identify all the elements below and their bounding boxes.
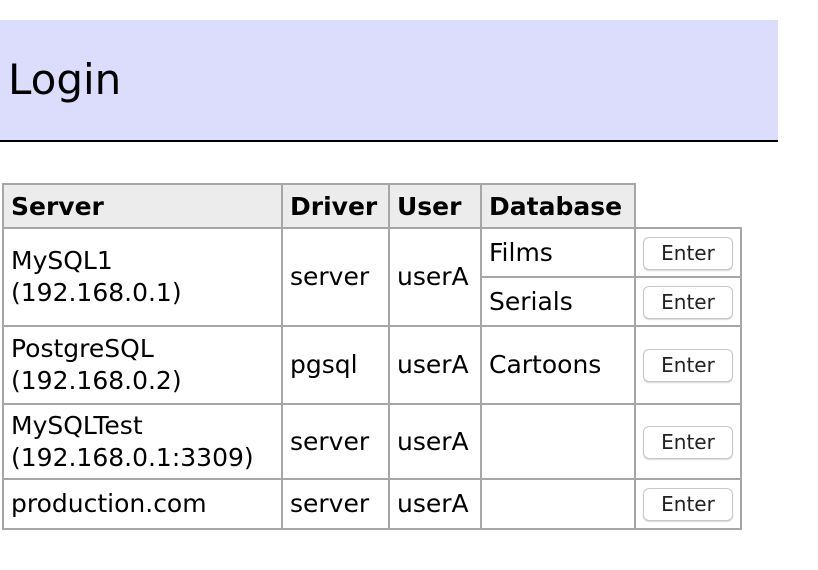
action-cell: Enter xyxy=(634,403,742,480)
server-address: (192.168.0.1:3309) xyxy=(11,442,254,472)
user-cell: userA xyxy=(388,403,482,480)
database-cell xyxy=(480,403,636,480)
driver-cell: pgsql xyxy=(281,325,390,405)
driver-cell: server xyxy=(281,478,390,530)
server-cell: PostgreSQL (192.168.0.2) xyxy=(2,325,283,405)
column-header-server: Server xyxy=(2,183,283,229)
table-row: PostgreSQL (192.168.0.2) pgsql userA Car… xyxy=(2,325,742,405)
server-table: Server Driver User Database MySQL1 (192.… xyxy=(2,183,742,530)
server-address: (192.168.0.2) xyxy=(11,366,182,395)
server-cell: MySQLTest (192.168.0.1:3309) xyxy=(2,403,283,480)
page-title: Login xyxy=(8,55,122,104)
column-header-database: Database xyxy=(480,183,636,229)
database-cell: Cartoons xyxy=(480,325,636,405)
driver-cell: server xyxy=(281,227,390,327)
enter-button[interactable]: Enter xyxy=(643,236,733,270)
enter-button[interactable]: Enter xyxy=(643,425,733,459)
column-header-user: User xyxy=(388,183,482,229)
server-cell: production.com xyxy=(2,478,283,530)
column-header-blank xyxy=(635,184,741,228)
database-cell xyxy=(480,478,636,530)
user-cell: userA xyxy=(388,227,482,327)
action-cell: Enter xyxy=(634,276,742,327)
driver-cell: server xyxy=(281,403,390,480)
column-header-driver: Driver xyxy=(281,183,390,229)
table-row: MySQL1 (192.168.0.1) server userA Films … xyxy=(2,227,742,327)
action-cell: Enter xyxy=(634,478,742,530)
server-cell: MySQL1 (192.168.0.1) xyxy=(2,227,283,327)
server-name: PostgreSQL xyxy=(11,334,154,363)
database-cell: Films xyxy=(480,227,636,278)
table-header-row: Server Driver User Database xyxy=(2,183,741,229)
action-cell: Enter xyxy=(634,227,742,278)
server-address: (192.168.0.1) xyxy=(11,278,182,307)
enter-button[interactable]: Enter xyxy=(643,285,733,319)
server-name: production.com xyxy=(11,489,207,518)
enter-button[interactable]: Enter xyxy=(643,488,733,521)
server-name: MySQL1 xyxy=(11,246,113,275)
table-row: MySQLTest (192.168.0.1:3309) server user… xyxy=(2,403,742,480)
user-cell: userA xyxy=(388,478,482,530)
enter-button[interactable]: Enter xyxy=(643,349,733,382)
user-cell: userA xyxy=(388,325,482,405)
server-name: MySQLTest xyxy=(11,410,143,440)
action-cell: Enter xyxy=(634,325,742,405)
database-cell: Serials xyxy=(480,276,636,327)
table-row: production.com server userA Enter xyxy=(2,478,742,530)
page-header: Login xyxy=(0,20,778,142)
